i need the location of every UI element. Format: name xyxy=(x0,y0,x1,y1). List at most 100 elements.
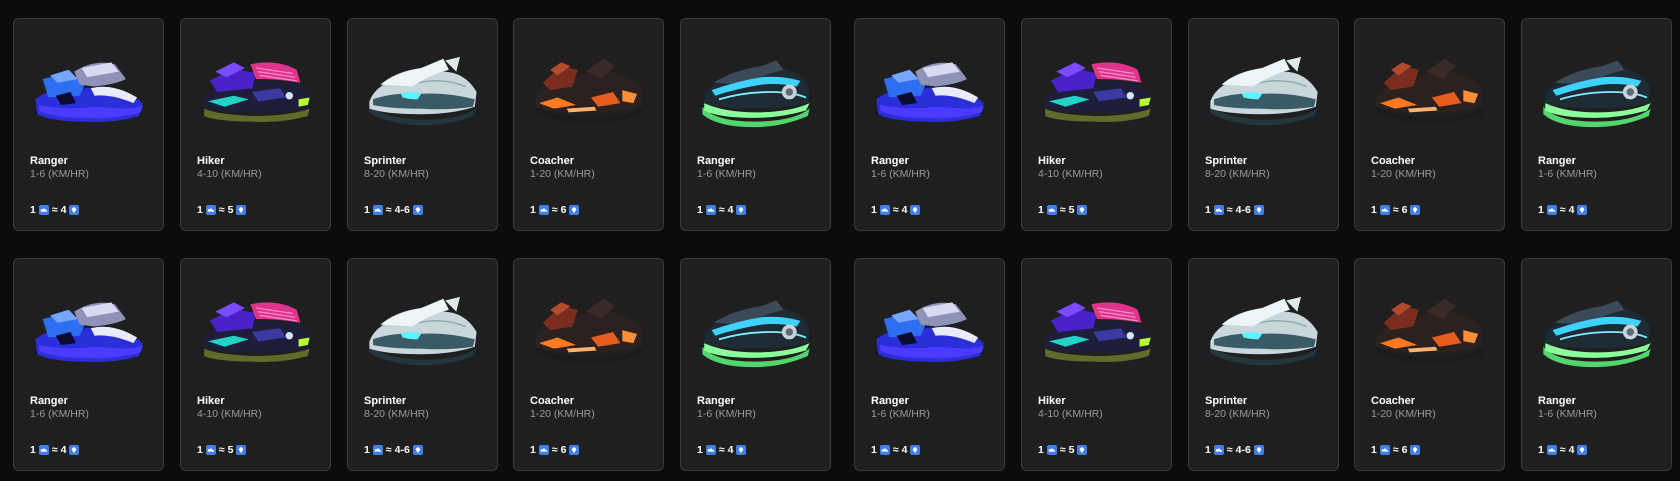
sneaker-speed-range: 1-6 (KM/HR) xyxy=(1538,408,1597,420)
ratio-left-value: 1 xyxy=(871,444,877,456)
approx-sign: ≈ xyxy=(1559,444,1566,456)
sneaker-icon xyxy=(1213,205,1224,215)
sneaker-icon xyxy=(538,205,549,215)
sneaker-ratio: 1 ≈4-6 xyxy=(364,443,423,457)
ratio-left-value: 1 xyxy=(1205,204,1211,216)
sneaker-speed-range: 1-6 (KM/HR) xyxy=(871,408,930,420)
sneaker-card[interactable]: Ranger 1-6 (KM/HR) 1 ≈4 xyxy=(1521,258,1672,471)
approx-sign: ≈ xyxy=(218,204,225,216)
sneaker-ratio: 1 ≈4 xyxy=(871,203,921,217)
sneaker-icon xyxy=(372,445,383,455)
ratio-left-value: 1 xyxy=(530,444,536,456)
sneaker-card[interactable]: Ranger 1-6 (KM/HR) 1 ≈4 xyxy=(680,18,831,231)
sneaker-icon xyxy=(38,205,49,215)
sneaker-speed-range: 1-20 (KM/HR) xyxy=(530,168,595,180)
gem-token-icon xyxy=(1077,445,1088,455)
sneaker-ratio: 1 ≈5 xyxy=(197,203,247,217)
sneaker-card[interactable]: Ranger 1-6 (KM/HR) 1 ≈4 xyxy=(13,18,164,231)
sneaker-card[interactable]: Hiker 4-10 (KM/HR) 1 ≈5 xyxy=(1021,18,1172,231)
sneaker-card[interactable]: Sprinter 8-20 (KM/HR) 1 ≈4-6 xyxy=(347,258,498,471)
sneaker-card[interactable]: Hiker 4-10 (KM/HR) 1 ≈5 xyxy=(180,18,331,231)
gem-token-icon xyxy=(1077,205,1088,215)
sneaker-icon xyxy=(879,205,890,215)
gem-token-icon xyxy=(569,205,580,215)
ratio-left-value: 1 xyxy=(530,204,536,216)
sneaker-speed-range: 1-6 (KM/HR) xyxy=(697,168,756,180)
ratio-right-value: 4 xyxy=(60,204,67,216)
sneaker-icon xyxy=(538,445,549,455)
sneaker-name: Sprinter xyxy=(1205,395,1248,407)
sneaker-speed-range: 1-6 (KM/HR) xyxy=(1538,168,1597,180)
sneaker-image xyxy=(526,295,652,369)
sneaker-speed-range: 8-20 (KM/HR) xyxy=(1205,408,1270,420)
sneaker-name: Coacher xyxy=(530,395,575,407)
sneaker-name: Ranger xyxy=(30,155,68,167)
sneaker-card[interactable]: Coacher 1-20 (KM/HR) 1 ≈6 xyxy=(1354,258,1505,471)
sneaker-card[interactable]: Sprinter 8-20 (KM/HR) 1 ≈4-6 xyxy=(1188,258,1339,471)
sneaker-card[interactable]: Ranger 1-6 (KM/HR) 1 ≈4 xyxy=(680,258,831,471)
ratio-left-value: 1 xyxy=(697,444,703,456)
sneaker-icon xyxy=(1379,205,1390,215)
ratio-right-value: 5 xyxy=(227,444,234,456)
sneaker-image xyxy=(1034,295,1160,369)
sneaker-speed-range: 1-6 (KM/HR) xyxy=(697,408,756,420)
sneaker-card[interactable]: Sprinter 8-20 (KM/HR) 1 ≈4-6 xyxy=(1188,18,1339,231)
ratio-left-value: 1 xyxy=(197,204,203,216)
gem-token-icon xyxy=(1410,205,1421,215)
sneaker-card[interactable]: Coacher 1-20 (KM/HR) 1 ≈6 xyxy=(513,18,664,231)
ratio-left-value: 1 xyxy=(1371,204,1377,216)
gem-token-icon xyxy=(1253,445,1264,455)
sneaker-ratio: 1 ≈4-6 xyxy=(1205,443,1264,457)
sneaker-ratio: 1 ≈4-6 xyxy=(1205,203,1264,217)
sneaker-card[interactable]: Sprinter 8-20 (KM/HR) 1 ≈4-6 xyxy=(347,18,498,231)
ratio-right-value: 4-6 xyxy=(1235,444,1251,456)
gem-token-icon xyxy=(910,205,921,215)
ratio-right-value: 4 xyxy=(1568,204,1575,216)
ratio-right-value: 5 xyxy=(1068,204,1075,216)
sneaker-name: Hiker xyxy=(197,155,225,167)
sneaker-speed-range: 4-10 (KM/HR) xyxy=(1038,168,1103,180)
ratio-left-value: 1 xyxy=(197,444,203,456)
sneaker-name: Hiker xyxy=(1038,395,1066,407)
ratio-left-value: 1 xyxy=(364,444,370,456)
sneaker-icon xyxy=(205,445,216,455)
approx-sign: ≈ xyxy=(1559,204,1566,216)
ratio-right-value: 4-6 xyxy=(1235,204,1251,216)
sneaker-name: Hiker xyxy=(197,395,225,407)
gem-token-icon xyxy=(1253,205,1264,215)
sneaker-card[interactable]: Ranger 1-6 (KM/HR) 1 ≈4 xyxy=(1521,18,1672,231)
approx-sign: ≈ xyxy=(51,444,58,456)
sneaker-name: Coacher xyxy=(1371,155,1416,167)
sneaker-name: Ranger xyxy=(30,395,68,407)
sneaker-ratio: 1 ≈4 xyxy=(697,203,747,217)
sneaker-image xyxy=(526,55,652,129)
ratio-right-value: 4-6 xyxy=(394,204,410,216)
sneaker-card[interactable]: Ranger 1-6 (KM/HR) 1 ≈4 xyxy=(854,18,1005,231)
sneaker-row-2: Ranger 1-6 (KM/HR) 1 ≈4 Hiker 4-10 (KM/HR) 1 ≈… xyxy=(0,258,1680,471)
sneaker-ratio: 1 ≈4 xyxy=(1538,443,1588,457)
gem-token-icon xyxy=(236,445,247,455)
sneaker-card[interactable]: Coacher 1-20 (KM/HR) 1 ≈6 xyxy=(1354,18,1505,231)
sneaker-speed-range: 1-20 (KM/HR) xyxy=(1371,168,1436,180)
ratio-left-value: 1 xyxy=(1038,444,1044,456)
gem-token-icon xyxy=(569,445,580,455)
sneaker-card[interactable]: Ranger 1-6 (KM/HR) 1 ≈4 xyxy=(854,258,1005,471)
approx-sign: ≈ xyxy=(1059,204,1066,216)
approx-sign: ≈ xyxy=(51,204,58,216)
sneaker-card[interactable]: Ranger 1-6 (KM/HR) 1 ≈4 xyxy=(13,258,164,471)
ratio-left-value: 1 xyxy=(364,204,370,216)
sneaker-name: Ranger xyxy=(871,395,909,407)
approx-sign: ≈ xyxy=(551,444,558,456)
ratio-right-value: 6 xyxy=(560,204,567,216)
sneaker-ratio: 1 ≈4 xyxy=(30,203,80,217)
sneaker-icon xyxy=(879,445,890,455)
sneaker-image xyxy=(1034,55,1160,129)
gem-token-icon xyxy=(1577,205,1588,215)
sneaker-card[interactable]: Coacher 1-20 (KM/HR) 1 ≈6 xyxy=(513,258,664,471)
sneaker-name: Ranger xyxy=(1538,395,1576,407)
sneaker-card[interactable]: Hiker 4-10 (KM/HR) 1 ≈5 xyxy=(1021,258,1172,471)
sneaker-image xyxy=(1534,55,1660,129)
sneaker-card[interactable]: Hiker 4-10 (KM/HR) 1 ≈5 xyxy=(180,258,331,471)
sneaker-image xyxy=(693,295,819,369)
gem-token-icon xyxy=(236,205,247,215)
